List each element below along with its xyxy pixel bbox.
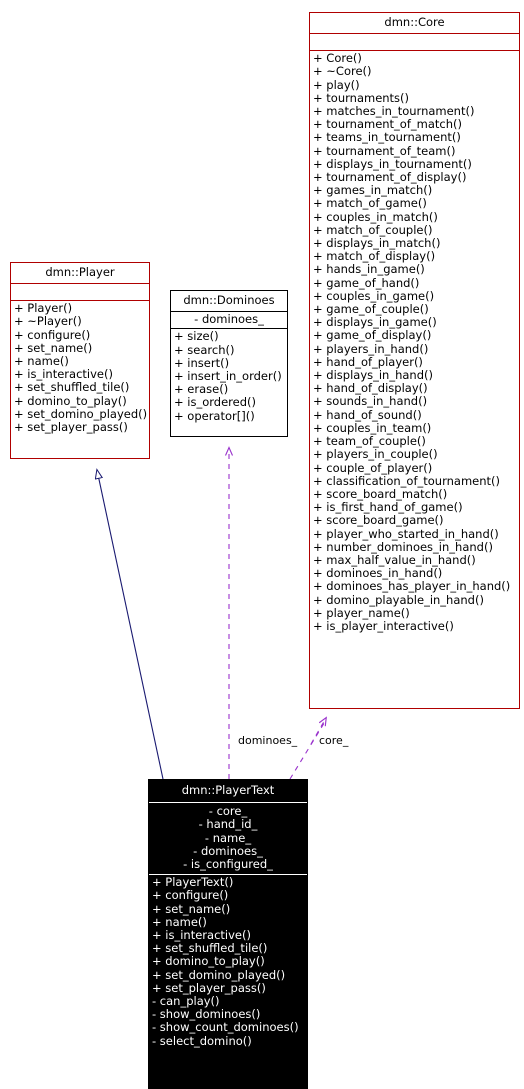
class-member: + set_shuffled_tile() [14, 380, 130, 395]
class-node-playertext[interactable]: dmn::PlayerText - core_ - hand_id_ - nam… [148, 779, 308, 1089]
class-member: - is_configured_ [183, 857, 273, 872]
class-member: + search() [174, 342, 235, 357]
class-member: + player_who_started_in_hand() [313, 526, 499, 541]
class-member: + match_of_game() [313, 196, 427, 211]
class-member: + domino_playable_in_hand() [313, 592, 484, 607]
class-node-player[interactable]: dmn::Player + Player() + ~Player() + con… [10, 262, 150, 459]
class-member: + domino_to_play() [14, 393, 127, 408]
class-member: + set_player_pass() [14, 420, 128, 435]
edge-inheritance-playertext-player [97, 470, 164, 780]
class-attributes-core [310, 34, 519, 52]
class-member: + dominoes_has_player_in_hand() [313, 579, 511, 594]
class-title-player: dmn::Player [11, 263, 149, 285]
class-member: + sounds_in_hand() [313, 394, 428, 409]
class-member: + domino_to_play() [152, 954, 265, 969]
class-member: + teams_in_tournament() [313, 130, 461, 145]
class-member: + set_name() [152, 901, 231, 916]
class-node-core[interactable]: dmn::Core + Core() + ~Core() + play() + … [309, 12, 520, 709]
class-member: + couple_of_player() [313, 460, 433, 475]
class-member: + is_ordered() [174, 395, 256, 410]
class-member: + ~Core() [313, 64, 372, 79]
class-member: + game_of_hand() [313, 275, 420, 290]
class-member: + configure() [14, 327, 91, 342]
class-operations-playertext: + PlayerText() + configure() + set_name(… [149, 875, 307, 1050]
class-member: - dominoes_ [194, 312, 264, 327]
class-member: + tournament_of_team() [313, 143, 456, 158]
edge-label-core: core_ [319, 734, 349, 747]
edge-usage-playertext-core [289, 716, 327, 780]
class-member: + operator[]() [174, 408, 255, 423]
class-title-playertext: dmn::PlayerText [149, 780, 307, 804]
class-member: + player_name() [313, 605, 410, 620]
class-member: + set_domino_played() [152, 967, 286, 982]
class-member: + play() [313, 77, 360, 92]
class-operations-dominoes: + size() + search() + insert() + insert_… [171, 329, 287, 424]
class-member: - name_ [204, 830, 252, 845]
class-member: - hand_id_ [198, 817, 258, 832]
class-member: - show_count_dominoes() [152, 1020, 299, 1035]
class-title-dominoes: dmn::Dominoes [171, 291, 287, 313]
class-member: + is_player_interactive() [313, 618, 454, 633]
class-member: - select_domino() [152, 1033, 252, 1048]
class-member: + score_board_game() [313, 513, 444, 528]
class-node-dominoes[interactable]: dmn::Dominoes - dominoes_ + size() + sea… [170, 290, 288, 437]
class-title-core: dmn::Core [310, 13, 519, 35]
class-member: + hands_in_game() [313, 262, 425, 277]
class-member: + configure() [152, 888, 229, 903]
class-member: + couples_in_match() [313, 209, 438, 224]
class-member: + classification_of_tournament() [313, 473, 501, 488]
class-operations-player: + Player() + ~Player() + configure() + s… [11, 301, 149, 436]
class-member: + size() [174, 329, 219, 344]
class-member: + players_in_couple() [313, 447, 438, 462]
edge-label-dominoes: dominoes_ [238, 734, 298, 747]
class-member: + number_dominoes_in_hand() [313, 539, 493, 554]
class-attributes-player [11, 284, 149, 302]
class-attributes-dominoes: - dominoes_ [171, 312, 287, 330]
class-member: + ~Player() [14, 314, 82, 329]
class-member: + hand_of_sound() [313, 407, 422, 422]
class-operations-core: + Core() + ~Core() + play() + tournament… [310, 51, 519, 635]
uml-class-diagram: dmn::Core + Core() + ~Core() + play() + … [0, 0, 524, 1089]
class-attributes-playertext: - core_ - hand_id_ - name_ - dominoes_ -… [149, 803, 307, 876]
class-member: + game_of_display() [313, 328, 432, 343]
class-member: + players_in_hand() [313, 341, 429, 356]
